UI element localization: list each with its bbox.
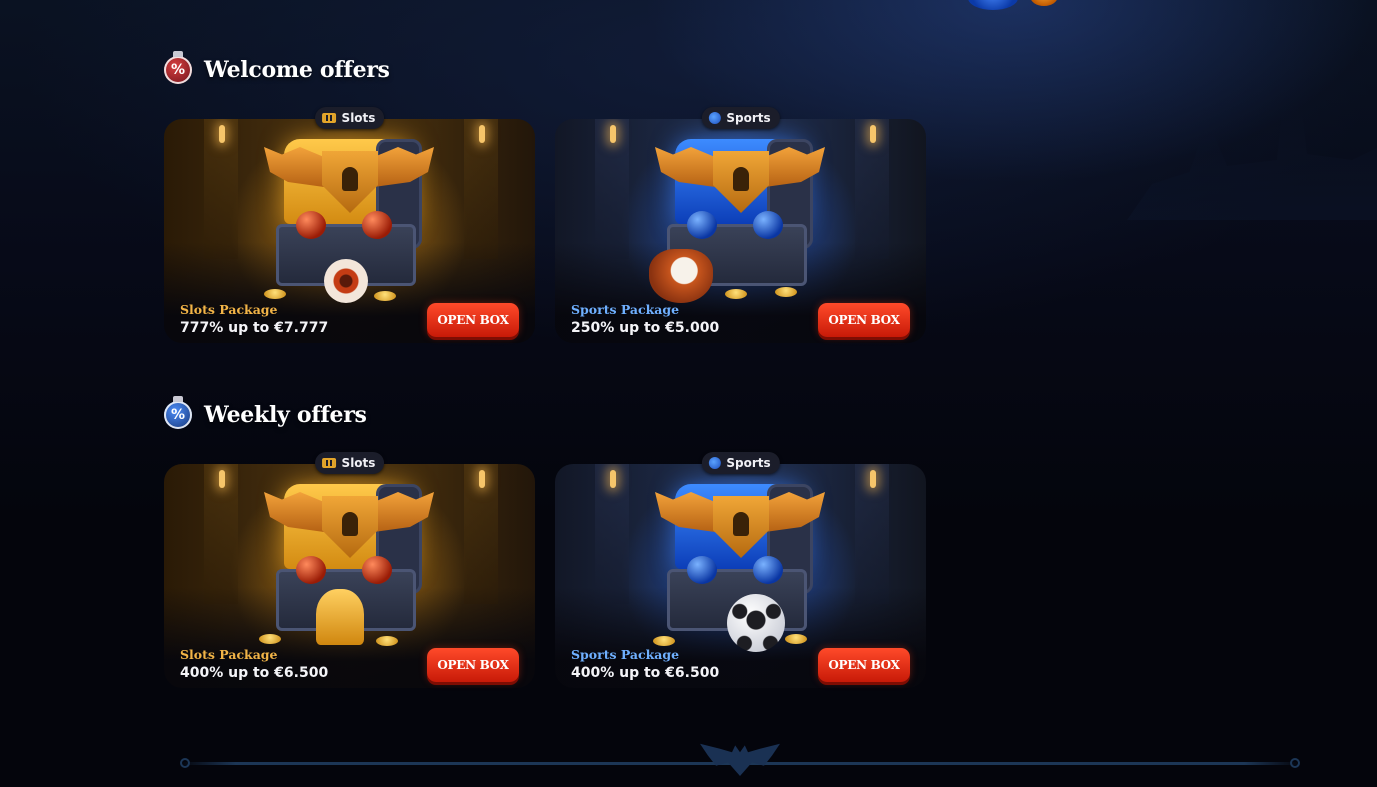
package-name: Slots Package [180,302,278,317]
bonus-amount: 400% up to €6.500 [571,665,720,681]
section-title: Welcome offers [204,57,390,83]
slot-machine-icon [321,458,336,468]
open-box-button[interactable]: OPEN BOX [427,648,519,682]
offer-info: Sports Package 250% up to €5.000 [571,302,719,336]
divider-cap-left [180,758,190,768]
open-box-button[interactable]: OPEN BOX [818,648,910,682]
eyeball-icon [324,259,368,303]
tag-label: Sports [726,456,771,470]
percent-potion-red-icon: % [164,51,192,84]
category-tag: Sports [701,107,780,129]
sports-ball-icon [708,112,721,124]
baseball-glove-icon [649,249,713,303]
package-name: Sports Package [571,302,680,317]
package-name: Slots Package [180,647,278,662]
package-name: Sports Package [571,647,680,662]
offer-card-weekly-slots: Slots Slots Package 400% up to €6.500 OP… [164,452,535,688]
offer-card-welcome-slots: Slots Slots Package 777% up to €7.777 OP… [164,107,535,343]
decorative-orange-orb [1030,0,1058,6]
castle-silhouette [1127,100,1377,220]
category-tag: Slots [314,107,385,129]
bonus-amount: 777% up to €7.777 [180,320,329,336]
offer-info: Slots Package 400% up to €6.500 [180,647,328,681]
bonus-amount: 400% up to €6.500 [180,665,329,681]
welcome-offers-heading: % Welcome offers [164,51,390,84]
offer-card-weekly-sports: Sports Sports Package 400% up to €6.500 … [555,452,926,688]
offers-page: % Welcome offers Slots Slots Package 777… [0,0,1377,787]
open-box-button[interactable]: OPEN BOX [818,303,910,337]
treasure-chest-illustration [259,484,434,649]
open-box-button[interactable]: OPEN BOX [427,303,519,337]
tag-label: Slots [341,111,376,125]
category-tag: Slots [314,452,385,474]
treasure-chest-illustration [653,484,825,652]
tag-label: Sports [726,111,771,125]
sports-ball-icon [708,457,721,469]
offer-info: Slots Package 777% up to €7.777 [180,302,328,336]
section-title: Weekly offers [204,402,367,428]
divider-cap-right [1290,758,1300,768]
offer-info: Sports Package 400% up to €6.500 [571,647,719,681]
decorative-blue-orb [968,0,1018,10]
weekly-offers-heading: % Weekly offers [164,396,367,429]
treasure-chest-illustration [649,139,825,304]
treasure-chest-illustration [264,139,434,304]
bat-icon [700,743,780,776]
bonus-amount: 250% up to €5.000 [571,320,720,336]
percent-potion-blue-icon: % [164,396,192,429]
football-icon [727,594,785,652]
bell-icon [316,589,364,645]
offer-card-welcome-sports: Sports Sports Package 250% up to €5.000 … [555,107,926,343]
slot-machine-icon [321,113,336,123]
category-tag: Sports [701,452,780,474]
tag-label: Slots [341,456,376,470]
